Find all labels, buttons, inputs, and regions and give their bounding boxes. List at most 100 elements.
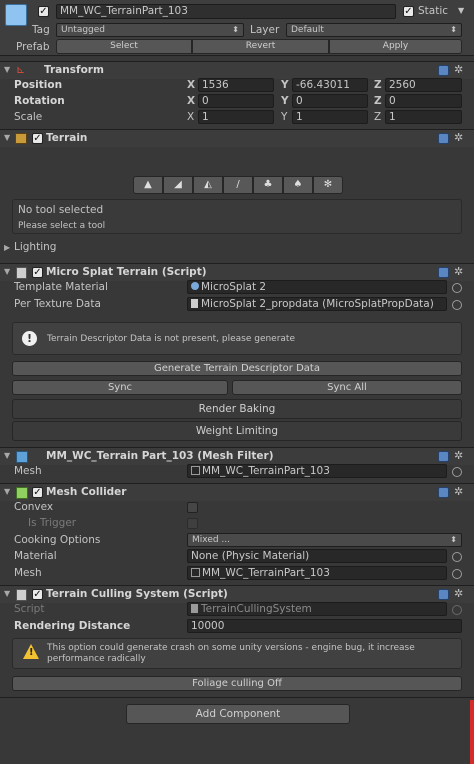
mesh-filter-mesh-field[interactable]: MM_WC_TerrainPart_103 (187, 464, 447, 478)
gear-icon[interactable]: ✲ (454, 485, 463, 498)
position-y-field[interactable]: -66.43011 (292, 78, 368, 92)
terrain-title: Terrain (46, 132, 88, 144)
terrain-settings-tool-icon[interactable]: ✻ (313, 176, 343, 194)
rotation-z-field[interactable]: 0 (385, 94, 462, 108)
transform-title: Transform (44, 64, 104, 76)
sync-all-button[interactable]: Sync All (232, 380, 462, 395)
terrain-tool-info-box: No tool selected Please select a tool (12, 199, 462, 234)
chevron-down-icon: ⬍ (232, 25, 239, 34)
gear-icon[interactable]: ✲ (454, 449, 463, 462)
render-baking-button[interactable]: Render Baking (12, 399, 462, 419)
paint-details-tool-icon[interactable]: ♠ (283, 176, 313, 194)
x-axis-label[interactable]: X (187, 79, 195, 91)
help-book-icon[interactable] (438, 487, 449, 498)
rotation-label: Rotation (14, 95, 65, 107)
convex-checkbox[interactable] (187, 502, 198, 513)
foliage-culling-button[interactable]: Foliage culling Off (12, 676, 462, 691)
active-checkbox[interactable]: ✓ (38, 6, 49, 17)
terrain-enabled-checkbox[interactable]: ✓ (32, 133, 43, 144)
scrollbar-marker[interactable] (470, 700, 474, 764)
tag-value: Untagged (61, 25, 106, 35)
transform-header[interactable]: ▼ ⊾ Transform ✲ (0, 61, 474, 79)
object-name-field[interactable]: MM_WC_TerrainPart_103 (56, 4, 396, 19)
smooth-height-tool-icon[interactable]: ◭ (193, 176, 223, 194)
z-axis-label[interactable]: Z (374, 79, 382, 91)
rendering-distance-label: Rendering Distance (14, 620, 131, 632)
template-material-value: MicroSplat 2 (201, 281, 267, 293)
object-picker-icon[interactable] (452, 283, 462, 293)
foldout-expanded-icon[interactable]: ▼ (4, 451, 10, 460)
help-book-icon[interactable] (438, 267, 449, 278)
object-picker-icon[interactable] (452, 552, 462, 562)
gear-icon[interactable]: ✲ (454, 63, 463, 76)
microsplat-header[interactable]: ▼ ✓ Micro Splat Terrain (Script) ✲ (0, 263, 474, 281)
terrain-header[interactable]: ▼ ✓ Terrain ✲ (0, 129, 474, 147)
foldout-expanded-icon[interactable]: ▼ (4, 133, 10, 142)
z-axis-label[interactable]: Z (374, 95, 382, 107)
static-label: Static (418, 5, 449, 17)
object-picker-icon[interactable] (452, 467, 462, 477)
y-axis-label[interactable]: Y (281, 111, 287, 123)
cooking-options-dropdown[interactable]: Mixed ... ⬍ (187, 533, 462, 547)
mesh-filter-header[interactable]: ▼ MM_WC_Terrain Part_103 (Mesh Filter) ✲ (0, 447, 474, 465)
template-material-field[interactable]: MicroSplat 2 (187, 280, 447, 294)
generate-descriptor-button[interactable]: Generate Terrain Descriptor Data (12, 361, 462, 376)
prefab-revert-button[interactable]: Revert (192, 39, 329, 54)
mesh-collider-enabled-checkbox[interactable]: ✓ (32, 487, 43, 498)
rendering-distance-field[interactable]: 10000 (187, 619, 462, 633)
y-axis-label[interactable]: Y (281, 95, 289, 107)
foldout-expanded-icon[interactable]: ▼ (4, 589, 10, 598)
mesh-grid-icon (191, 466, 200, 475)
add-component-button[interactable]: Add Component (126, 704, 350, 724)
foldout-expanded-icon[interactable]: ▼ (4, 267, 10, 276)
foldout-expanded-icon[interactable]: ▼ (4, 65, 10, 74)
physic-material-field[interactable]: None (Physic Material) (187, 549, 447, 563)
collider-mesh-field[interactable]: MM_WC_TerrainPart_103 (187, 566, 447, 580)
scale-y-field[interactable]: 1 (292, 110, 368, 124)
object-picker-icon[interactable] (452, 569, 462, 579)
lighting-foldout-label[interactable]: Lighting (14, 241, 56, 253)
place-trees-tool-icon[interactable]: ♣ (253, 176, 283, 194)
x-axis-label[interactable]: X (187, 111, 194, 123)
x-axis-label[interactable]: X (187, 95, 195, 107)
foldout-expanded-icon[interactable]: ▼ (4, 487, 10, 496)
rotation-x-field[interactable]: 0 (198, 94, 274, 108)
help-book-icon[interactable] (438, 589, 449, 600)
layer-dropdown[interactable]: Default ⬍ (286, 23, 462, 37)
gear-icon[interactable]: ✲ (454, 131, 463, 144)
static-dropdown-arrow-icon[interactable]: ▼ (458, 6, 464, 15)
microsplat-enabled-checkbox[interactable]: ✓ (32, 267, 43, 278)
per-texture-data-field[interactable]: MicroSplat 2_propdata (MicroSplatPropDat… (187, 297, 447, 311)
gear-icon[interactable]: ✲ (454, 265, 463, 278)
raise-terrain-tool-icon[interactable]: ▲ (133, 176, 163, 194)
gear-icon[interactable]: ✲ (454, 587, 463, 600)
terrain-icon (15, 133, 27, 144)
prefab-select-button[interactable]: Select (56, 39, 192, 54)
tag-dropdown[interactable]: Untagged ⬍ (56, 23, 244, 37)
paint-height-tool-icon[interactable]: ◢ (163, 176, 193, 194)
per-texture-data-value: MicroSplat 2_propdata (MicroSplatPropDat… (201, 298, 434, 310)
position-z-field[interactable]: 2560 (385, 78, 462, 92)
scale-x-field[interactable]: 1 (198, 110, 274, 124)
position-x-field[interactable]: 1536 (198, 78, 274, 92)
foldout-collapsed-icon[interactable]: ▶ (4, 243, 10, 252)
is-trigger-checkbox (187, 518, 198, 529)
static-checkbox[interactable]: ✓ (403, 6, 414, 17)
y-axis-label[interactable]: Y (281, 79, 289, 91)
z-axis-label[interactable]: Z (374, 111, 381, 123)
help-book-icon[interactable] (438, 65, 449, 76)
object-header: ✓ MM_WC_TerrainPart_103 ✓ Static ▼ Tag U… (0, 0, 474, 56)
rotation-y-field[interactable]: 0 (292, 94, 368, 108)
paint-texture-tool-icon[interactable]: / (223, 176, 253, 194)
culling-header[interactable]: ▼ ✓ Terrain Culling System (Script) ✲ (0, 585, 474, 603)
mesh-collider-header[interactable]: ▼ ✓ Mesh Collider ✲ (0, 483, 474, 501)
scale-z-field[interactable]: 1 (385, 110, 462, 124)
help-book-icon[interactable] (438, 451, 449, 462)
culling-enabled-checkbox[interactable]: ✓ (32, 589, 43, 600)
help-book-icon[interactable] (438, 133, 449, 144)
prefab-apply-button[interactable]: Apply (329, 39, 462, 54)
object-picker-icon[interactable] (452, 300, 462, 310)
weight-limiting-button[interactable]: Weight Limiting (12, 421, 462, 441)
script-label: Script (14, 603, 45, 615)
sync-button[interactable]: Sync (12, 380, 228, 395)
